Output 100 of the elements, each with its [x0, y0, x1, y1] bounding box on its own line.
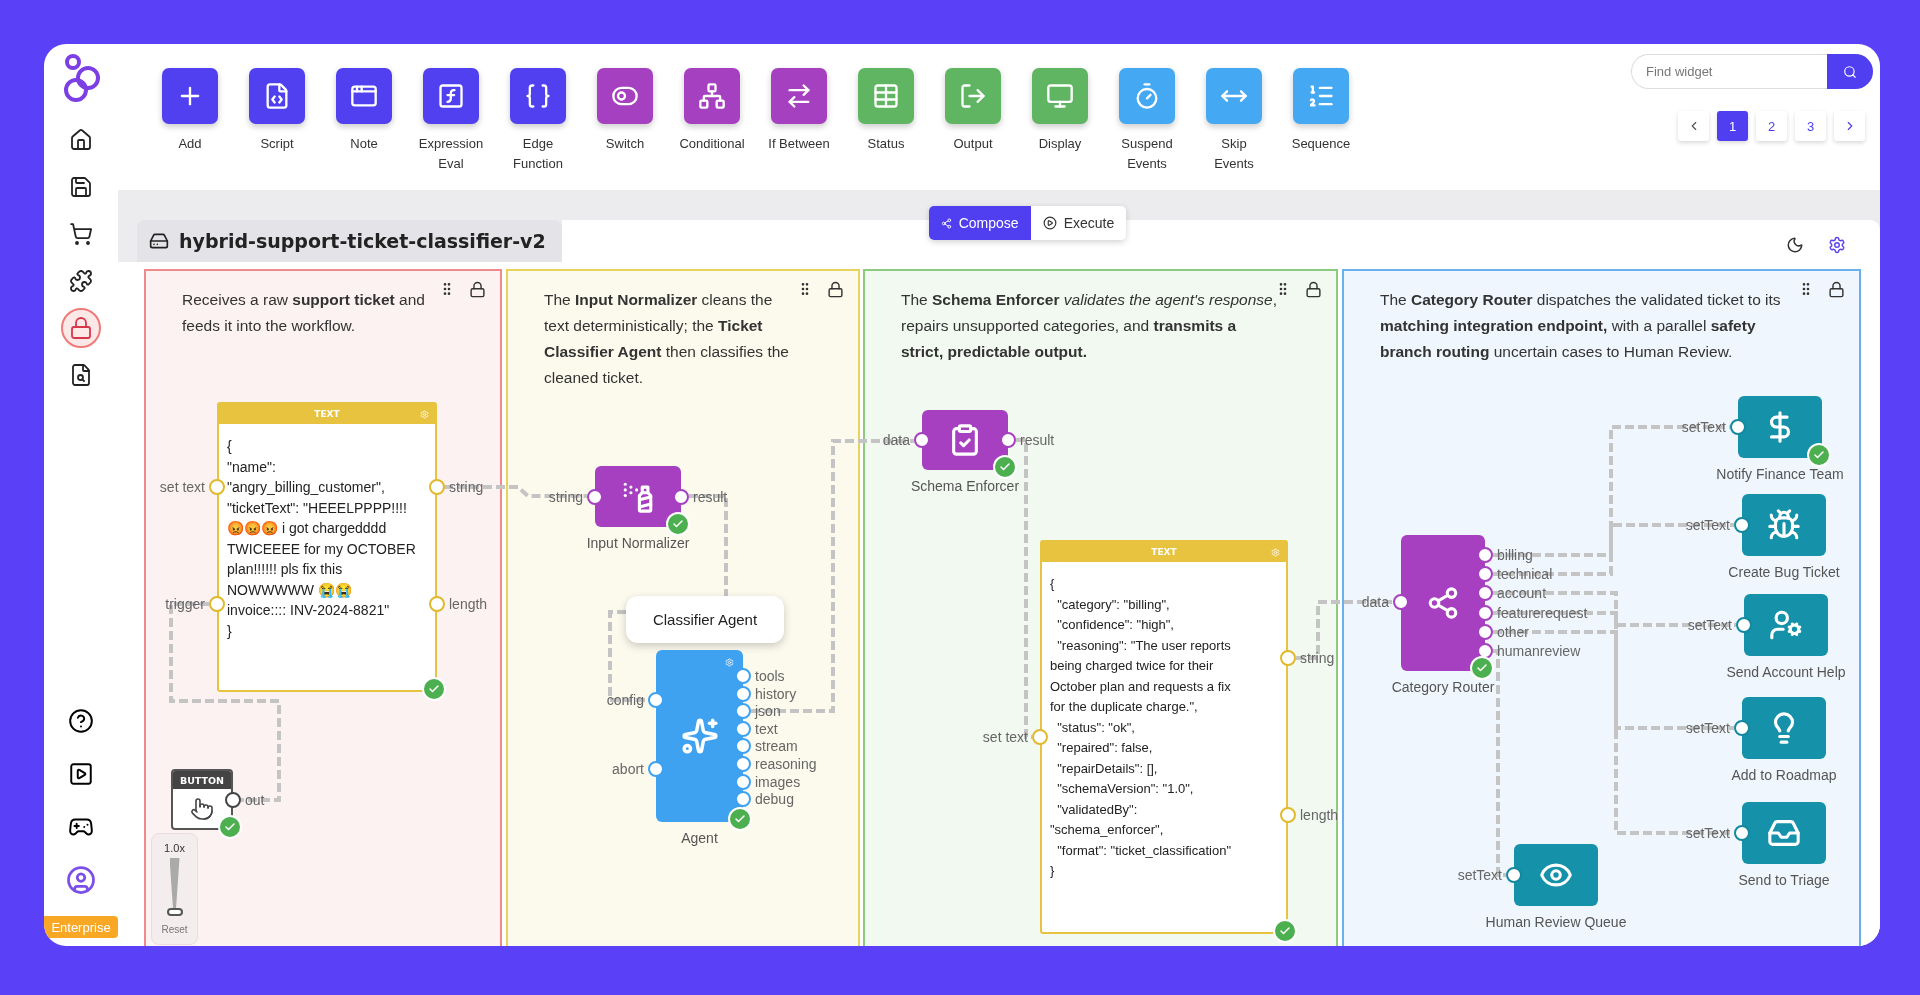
lock-icon[interactable]	[827, 281, 844, 298]
port-handle[interactable]	[914, 432, 930, 448]
port-label: set text	[159, 478, 205, 496]
port-label: technical	[1497, 565, 1553, 584]
tool-button[interactable]	[771, 68, 827, 124]
port-label: string	[449, 478, 484, 496]
workflow-tab[interactable]: hybrid-support-ticket-classifier-v2	[137, 220, 562, 262]
node-tile[interactable]	[656, 650, 743, 822]
port-handle[interactable]	[648, 692, 664, 708]
port-handle[interactable]	[1032, 729, 1048, 745]
port-label: data	[882, 431, 910, 449]
text-content: { "category": "billing", "confidence": "high", "reasoning": "The user reports being charged twice for their October plan and requests a fix for the duplicate charge.", "status": "ok", "repaired": false, "repairDetails": [], "schemaVersion": "1.0", "validatedBy": "schema_enforcer", "format": "ticket_classification" }	[1049, 575, 1233, 880]
success-badge	[422, 677, 446, 701]
tool-button[interactable]	[684, 68, 740, 124]
search-button[interactable]	[1827, 54, 1873, 89]
success-badge	[218, 815, 242, 839]
port-label: reasoning	[755, 755, 817, 773]
lock-icon[interactable]	[469, 281, 486, 298]
port-handle[interactable]	[735, 756, 751, 772]
port-handle[interactable]	[429, 479, 445, 495]
tool-button[interactable]	[336, 68, 392, 124]
port-handle[interactable]	[209, 479, 225, 495]
widget-title: BUTTON	[173, 771, 231, 789]
pointer-hand-icon	[190, 796, 214, 821]
node-label: Create Bug Ticket	[1728, 564, 1840, 580]
port-handle[interactable]	[1734, 517, 1750, 533]
mode-tab[interactable]: Compose	[928, 206, 1031, 240]
node-tile[interactable]	[1742, 802, 1826, 864]
port-handle[interactable]	[209, 596, 225, 612]
slider-thumb[interactable]	[166, 908, 183, 916]
tool-button[interactable]	[423, 68, 479, 124]
page-button[interactable]: 1	[1717, 111, 1748, 141]
port-handle[interactable]	[1477, 585, 1493, 602]
lock-icon[interactable]	[1828, 281, 1845, 298]
port-handle[interactable]	[735, 703, 751, 720]
node-label: Send to Triage	[1738, 872, 1830, 888]
reset-button[interactable]: Reset	[161, 924, 188, 935]
lock-icon	[69, 315, 93, 340]
settings-icon[interactable]	[1828, 236, 1846, 254]
save-icon	[69, 174, 93, 199]
node-tile[interactable]	[922, 410, 1008, 470]
avatar-icon[interactable]	[66, 864, 96, 895]
port-handle[interactable]	[1477, 566, 1493, 583]
speed-slider[interactable]	[166, 858, 183, 916]
port-handle[interactable]	[1477, 547, 1493, 563]
port-handle[interactable]	[1506, 867, 1522, 883]
mode-tab[interactable]: Execute	[1030, 206, 1127, 240]
port-handle[interactable]	[1280, 650, 1296, 666]
port-handle[interactable]	[1734, 720, 1750, 736]
port-label: account	[1497, 584, 1547, 603]
port-handle[interactable]	[1393, 594, 1409, 610]
port-handle[interactable]	[587, 488, 603, 505]
port-label: config	[606, 691, 644, 709]
port-handle[interactable]	[1736, 617, 1752, 633]
plan-badge: Enterprise	[44, 916, 118, 938]
port-label: humanreview	[1497, 642, 1581, 660]
video-icon[interactable]	[68, 760, 94, 787]
drive-icon	[149, 231, 169, 251]
port-handle[interactable]	[648, 761, 664, 777]
tool-button[interactable]	[162, 68, 218, 124]
node-tile[interactable]	[1401, 535, 1485, 671]
node-tile[interactable]	[595, 466, 681, 527]
bug-icon	[1767, 508, 1801, 542]
port-label: stream	[755, 737, 798, 756]
text-widget[interactable]: TEXT { "name": "angry_billing_customer", "ticketText": "HEEELPPPP!!!! 😡😡😡 i got chargedddd TWICEEEE for my OCTOBER plan!!!!!! pls fix this NOWWWWW 😭😭 invoice:::: INV-2024-8821" }	[217, 402, 437, 692]
node-tile[interactable]	[1744, 594, 1828, 656]
port-handle[interactable]	[735, 668, 751, 684]
page-button[interactable]: 3	[1795, 111, 1826, 141]
port-label: setText	[1687, 616, 1732, 634]
port-label: length	[449, 595, 488, 613]
node-tile[interactable]	[1514, 844, 1598, 906]
port-handle[interactable]	[225, 792, 241, 808]
port-handle[interactable]	[735, 738, 751, 755]
success-badge	[1273, 919, 1297, 943]
tool-button[interactable]	[249, 68, 305, 124]
port-handle[interactable]	[1280, 807, 1296, 823]
success-badge	[1470, 656, 1494, 680]
search-field[interactable]: Find widget	[1631, 54, 1827, 89]
port-handle[interactable]	[1000, 432, 1016, 448]
tool-button[interactable]	[597, 68, 653, 124]
port-handle[interactable]	[429, 596, 445, 612]
moon-icon[interactable]	[1786, 236, 1804, 254]
page-button[interactable]: 2	[1756, 111, 1787, 141]
port-handle[interactable]	[735, 791, 751, 808]
text-widget[interactable]	[1040, 540, 1288, 934]
port-label: abort	[612, 760, 644, 778]
button-widget[interactable]: BUTTON	[171, 769, 233, 830]
table-icon	[872, 82, 900, 110]
node-label: Input Normalizer	[586, 535, 690, 551]
tool-label: Output	[953, 135, 993, 153]
lock-icon[interactable]	[1305, 281, 1322, 298]
node-tile[interactable]	[1738, 396, 1822, 458]
tool-button[interactable]	[510, 68, 566, 124]
node-label: Notify Finance Team	[1716, 466, 1844, 482]
help-icon[interactable]	[68, 707, 94, 734]
node-tile[interactable]	[1742, 494, 1826, 556]
share-icon	[940, 217, 952, 229]
port-handle[interactable]	[1734, 825, 1750, 841]
node-tile[interactable]	[1742, 697, 1826, 759]
port-handle[interactable]	[1730, 419, 1746, 435]
